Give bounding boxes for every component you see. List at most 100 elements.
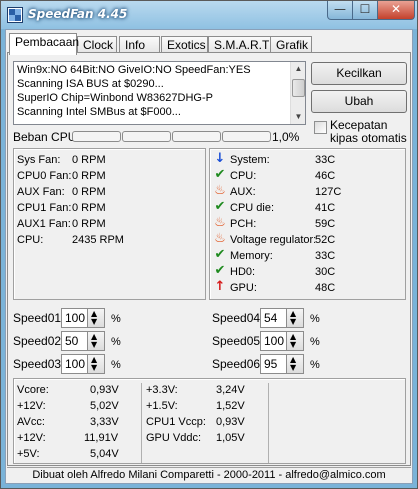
title-bar[interactable]: SpeedFan 4.45 — ☐ ✕ bbox=[1, 1, 417, 29]
auto-fan-speed-checkbox[interactable] bbox=[314, 121, 327, 134]
close-window-button[interactable]: ✕ bbox=[377, 1, 415, 20]
speed03-unit: % bbox=[111, 359, 121, 371]
temp-value: 33C bbox=[315, 250, 336, 262]
voltage-label: GPU Vddc: bbox=[146, 432, 202, 444]
fan-label: AUX1 Fan: bbox=[17, 218, 71, 230]
stepper-arrows-icon[interactable]: ▲ ▼ bbox=[87, 355, 104, 373]
speed01-unit: % bbox=[111, 313, 121, 325]
temp-value: 59C bbox=[315, 218, 336, 230]
temp-label: PCH: bbox=[230, 218, 257, 230]
flame-icon: ♨ bbox=[214, 183, 226, 198]
speed05-unit: % bbox=[310, 336, 320, 348]
scroll-up-icon[interactable]: ▲ bbox=[292, 62, 305, 76]
minimize-button[interactable]: Kecilkan bbox=[311, 62, 407, 85]
stepper-arrows-icon[interactable]: ▲ ▼ bbox=[87, 332, 104, 350]
log-scrollbar[interactable]: ▲ ▼ bbox=[290, 62, 305, 124]
stepper-arrows-icon[interactable]: ▲ ▼ bbox=[286, 309, 303, 327]
temp-label: CPU: bbox=[230, 170, 257, 182]
voltage-value: 5,04V bbox=[90, 448, 119, 460]
speed02-value[interactable]: 50 bbox=[65, 334, 78, 348]
voltage-label: Vcore: bbox=[17, 384, 49, 396]
readings-panel: Win9x:NO 64Bit:NO GiveIO:NO SpeedFan:YES… bbox=[7, 52, 411, 466]
scroll-thumb[interactable] bbox=[292, 79, 305, 97]
temp-value: 127C bbox=[315, 186, 342, 198]
voltage-value: 3,33V bbox=[90, 416, 119, 428]
temp-label: AUX: bbox=[230, 186, 256, 198]
speed03-label: Speed03: bbox=[13, 357, 65, 371]
voltage-label: +12V: bbox=[17, 432, 46, 444]
temp-value: 33C bbox=[315, 154, 336, 166]
log-box[interactable]: Win9x:NO 64Bit:NO GiveIO:NO SpeedFan:YES… bbox=[13, 61, 306, 125]
fan-label: AUX Fan: bbox=[17, 186, 65, 198]
fan-label: CPU: bbox=[17, 234, 44, 246]
voltage-value: 11,91V bbox=[84, 432, 119, 444]
speed04-unit: % bbox=[310, 313, 320, 325]
fan-label: CPU1 Fan: bbox=[17, 202, 72, 214]
cpu-usage-bar bbox=[222, 131, 271, 142]
check-icon: ✔ bbox=[214, 247, 226, 262]
fans-box: Sys Fan: 0 RPM CPU0 Fan: 0 RPM AUX Fan: … bbox=[13, 148, 206, 300]
speed04-label: Speed04: bbox=[212, 311, 264, 325]
speedfan-app-icon bbox=[7, 7, 23, 23]
check-icon: ✔ bbox=[214, 199, 226, 214]
temp-label: HD0: bbox=[230, 266, 256, 278]
speed05-stepper[interactable]: 100 ▲ ▼ bbox=[260, 331, 304, 351]
speed05-label: Speed05: bbox=[212, 334, 264, 348]
speed04-stepper[interactable]: 54 ▲ ▼ bbox=[260, 308, 304, 328]
speed06-stepper[interactable]: 95 ▲ ▼ bbox=[260, 354, 304, 374]
speed04-value[interactable]: 54 bbox=[264, 311, 277, 325]
arrow-up-icon: ↑ bbox=[214, 279, 226, 294]
speed02-stepper[interactable]: 50 ▲ ▼ bbox=[61, 331, 105, 351]
stepper-arrows-icon[interactable]: ▲ ▼ bbox=[286, 355, 303, 373]
log-line: Scanning ISA BUS at $0290... bbox=[17, 78, 164, 90]
speed05-value[interactable]: 100 bbox=[264, 334, 284, 348]
cpu-usage-label: Beban CPU bbox=[13, 130, 77, 144]
credits-footer: Dibuat oleh Alfredo Milani Comparetti - … bbox=[7, 467, 411, 483]
voltage-value: 1,52V bbox=[216, 400, 245, 412]
stepper-arrows-icon[interactable]: ▲ ▼ bbox=[286, 332, 303, 350]
temp-label: Memory: bbox=[230, 250, 273, 262]
log-line: SuperIO Chip=Winbond W83627DHG-P bbox=[17, 92, 213, 104]
speed06-label: Speed06: bbox=[212, 357, 264, 371]
temp-label: GPU: bbox=[230, 282, 257, 294]
voltage-value: 0,93V bbox=[90, 384, 119, 396]
speed02-unit: % bbox=[111, 336, 121, 348]
stepper-arrows-icon[interactable]: ▲ ▼ bbox=[87, 309, 104, 327]
temp-label: CPU die: bbox=[230, 202, 275, 214]
voltage-divider bbox=[268, 383, 269, 463]
speed02-label: Speed02: bbox=[13, 334, 65, 348]
speed03-stepper[interactable]: 100 ▲ ▼ bbox=[61, 354, 105, 374]
cpu-usage-bar bbox=[122, 131, 171, 142]
log-line: Win9x:NO 64Bit:NO GiveIO:NO SpeedFan:YES bbox=[17, 64, 251, 76]
scroll-down-icon[interactable]: ▼ bbox=[292, 110, 305, 124]
flame-icon: ♨ bbox=[214, 215, 226, 230]
voltage-label: AVcc: bbox=[17, 416, 45, 428]
tab-pembacaan[interactable]: Pembacaan bbox=[9, 33, 79, 55]
temp-value: 41C bbox=[315, 202, 336, 214]
temp-value: 48C bbox=[315, 282, 336, 294]
arrow-down-icon: ↓ bbox=[214, 151, 226, 166]
temp-value: 52C bbox=[315, 234, 336, 246]
fan-label: Sys Fan: bbox=[17, 154, 61, 166]
speed01-value[interactable]: 100 bbox=[65, 311, 85, 325]
voltages-box: Vcore: 0,93V +12V: 5,02V AVcc: 3,33V +12… bbox=[13, 378, 406, 464]
minimize-window-button[interactable]: — bbox=[327, 1, 353, 20]
fan-value: 0 RPM bbox=[72, 218, 106, 230]
cpu-usage-bar bbox=[172, 131, 221, 142]
speed06-value[interactable]: 95 bbox=[264, 357, 277, 371]
maximize-window-button[interactable]: ☐ bbox=[352, 1, 378, 20]
fan-value: 0 RPM bbox=[72, 202, 106, 214]
cpu-usage-value: 1,0% bbox=[272, 130, 300, 144]
voltage-value: 1,05V bbox=[216, 432, 245, 444]
temp-value: 46C bbox=[315, 170, 336, 182]
configure-button[interactable]: Ubah bbox=[311, 90, 407, 113]
auto-fan-speed-label: Kecepatan kipas otomatis bbox=[330, 118, 407, 145]
window-title: SpeedFan 4.45 bbox=[28, 7, 128, 21]
check-icon: ✔ bbox=[214, 167, 226, 182]
speed01-stepper[interactable]: 100 ▲ ▼ bbox=[61, 308, 105, 328]
voltage-label: +5V: bbox=[17, 448, 40, 460]
temp-label: Voltage regulator: bbox=[230, 234, 317, 246]
log-line: Scanning Intel SMBus at $F000... bbox=[17, 106, 181, 118]
speed06-unit: % bbox=[310, 359, 320, 371]
speed03-value[interactable]: 100 bbox=[65, 357, 85, 371]
